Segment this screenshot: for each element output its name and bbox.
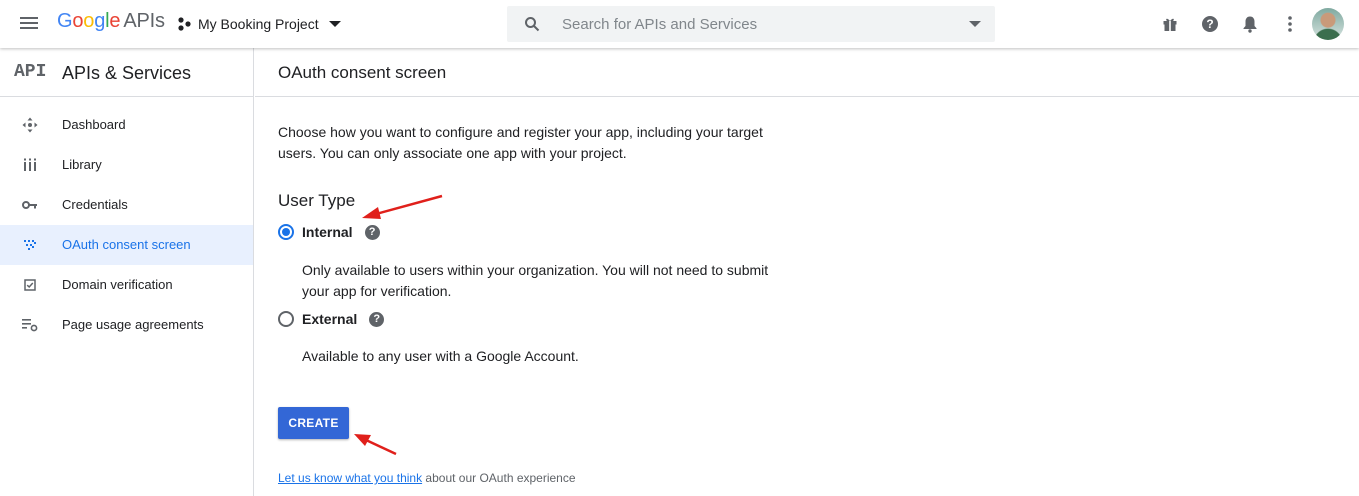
sidebar-header: API APIs & Services (0, 48, 253, 97)
radio-button-unchecked[interactable] (278, 311, 294, 327)
google-apis-logo[interactable]: Google APIs (57, 10, 165, 33)
library-icon (22, 157, 38, 173)
sidebar-item-label: OAuth consent screen (62, 237, 191, 252)
user-type-heading: User Type (278, 191, 356, 210)
brand-google-text: Google (57, 10, 121, 32)
sidebar-item-label: Domain verification (62, 277, 173, 292)
sidebar-item-label: Page usage agreements (62, 317, 204, 332)
avatar[interactable] (1312, 8, 1344, 40)
svg-text:?: ? (1206, 17, 1213, 31)
search-input[interactable] (562, 15, 942, 33)
external-description: Available to any user with a Google Acco… (302, 348, 579, 364)
chevron-down-icon (328, 21, 341, 27)
notifications-icon[interactable] (1238, 12, 1262, 36)
feedback-link[interactable]: Let us know what you think (278, 471, 422, 485)
sidebar-item-label: Credentials (62, 197, 128, 212)
help-icon[interactable]: ? (364, 224, 380, 240)
api-logo-icon: API (14, 62, 47, 82)
sidebar-item-page-usage-agreements[interactable]: Page usage agreements (0, 305, 253, 345)
brand-apis-text: APIs (123, 10, 165, 32)
page-header: OAuth consent screen (255, 48, 1359, 97)
top-icons: ? (1158, 12, 1318, 36)
sidebar-item-label: Library (62, 157, 102, 172)
sidebar-item-oauth-consent-screen[interactable]: OAuth consent screen (0, 225, 253, 265)
main-menu-button[interactable] (20, 14, 40, 32)
top-bar: GoogleAPIs My Booking Project ? (0, 0, 1359, 48)
radio-external[interactable]: External ? (278, 311, 385, 327)
more-vert-icon[interactable] (1278, 12, 1302, 36)
intro-text: Choose how you want to configure and reg… (278, 124, 763, 161)
radio-internal[interactable]: Internal ? (278, 224, 380, 240)
dashboard-icon (22, 117, 38, 133)
sidebar-title: APIs & Services (62, 63, 192, 83)
sidebar-item-domain-verification[interactable]: Domain verification (0, 265, 253, 305)
radio-label-internal: Internal (302, 224, 353, 240)
help-icon[interactable]: ? (369, 311, 385, 327)
project-icon (178, 17, 191, 31)
project-selector[interactable]: My Booking Project (177, 14, 341, 34)
create-button[interactable]: CREATE (278, 407, 349, 439)
search-icon (525, 17, 540, 32)
radio-button-checked[interactable] (278, 224, 294, 240)
page-title: OAuth consent screen (278, 63, 447, 82)
sidebar: API APIs & Services Dashboard Library Cr… (0, 48, 254, 496)
consent-icon (22, 237, 38, 253)
search-bar[interactable] (507, 6, 995, 42)
checkbox-icon (22, 277, 38, 293)
gift-icon[interactable] (1158, 12, 1182, 36)
feedback-rest: about our OAuth experience (422, 471, 576, 485)
main-content: OAuth consent screen Choose how you want… (255, 48, 1359, 496)
sidebar-item-dashboard[interactable]: Dashboard (0, 105, 253, 145)
radio-label-external: External (302, 311, 358, 327)
key-icon (22, 197, 38, 213)
sidebar-item-library[interactable]: Library (0, 145, 253, 185)
search-dropdown-icon[interactable] (969, 21, 981, 27)
internal-description: Only available to users within your orga… (302, 262, 769, 299)
sidebar-item-label: Dashboard (62, 117, 126, 132)
help-icon[interactable]: ? (1198, 12, 1222, 36)
feedback-text: Let us know what you think about our OAu… (278, 471, 576, 485)
sidebar-item-credentials[interactable]: Credentials (0, 185, 253, 225)
project-name: My Booking Project (198, 16, 319, 32)
settings-list-icon (22, 317, 38, 333)
